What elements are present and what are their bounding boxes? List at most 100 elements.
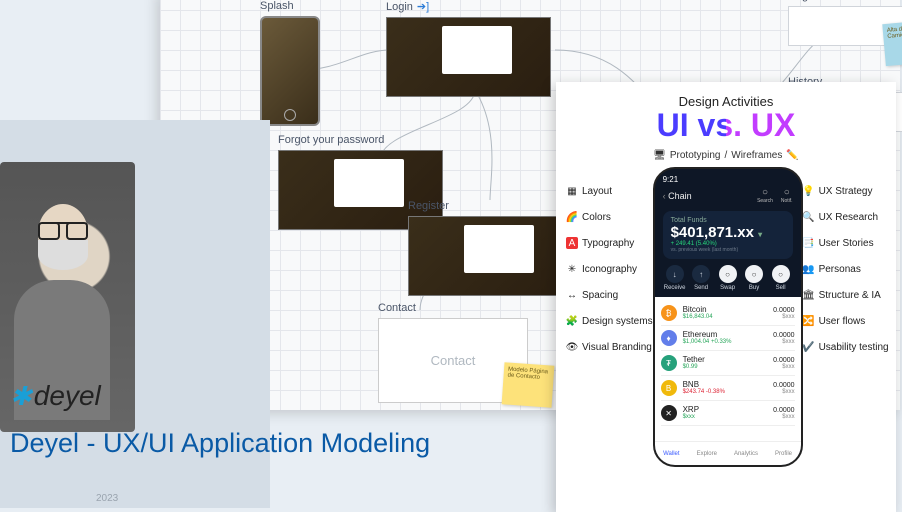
node-label: Splash — [260, 0, 320, 12]
logo-mark-icon: ✱ — [10, 381, 32, 412]
coin-name: Bitcoin$16,843.04 — [683, 306, 713, 320]
coin-list: ₿ Bitcoin$16,843.04 0.0000$xxx ♦ Ethereum$1,… — [655, 297, 801, 441]
nav-analytics[interactable]: Analytics — [734, 451, 758, 457]
login-icon: ➔] — [417, 0, 429, 13]
list-item: ✔️Usability testing — [803, 341, 889, 353]
notif-icon[interactable]: ○ — [781, 187, 793, 198]
node-registration[interactable]: Registration of trucks Alta de Camiones — [788, 0, 902, 46]
action-send[interactable]: ↑Send — [689, 265, 713, 291]
monitor-icon: 🖥 — [653, 150, 666, 161]
coin-icon: ♦ — [661, 330, 677, 346]
action-row: ↓Receive ↑Send ○Swap ○Buy ○Sell — [663, 265, 793, 291]
ux-column: 💡UX Strategy 🔍UX Research 📑User Stories … — [803, 167, 889, 497]
icon-label: Search — [757, 198, 773, 204]
balance-prev: vs. previous week (last month) — [671, 247, 785, 253]
coin-row[interactable]: ₮ Tether$0.99 0.0000$xxx — [661, 351, 795, 376]
node-register[interactable]: Register — [408, 200, 573, 296]
node-label: Registration of trucks — [788, 0, 902, 2]
nav-explore[interactable]: Explore — [697, 451, 717, 457]
pencil-icon: ✏️ — [786, 150, 798, 161]
node-label: Forgot your password — [278, 134, 443, 146]
list-item: 🔀User flows — [803, 315, 866, 327]
typography-icon: A — [566, 237, 578, 249]
coin-row[interactable]: ♦ Ethereum$1,004.04 +0.33% 0.0000$xxx — [661, 326, 795, 351]
coin-icon: ₿ — [661, 305, 677, 321]
phone-mock-column: 9:21 Chain ○Search ○Notif. Total Funds $… — [653, 167, 803, 497]
placeholder-text: Contact — [431, 353, 476, 368]
screen-title: Chain — [663, 191, 692, 201]
status-time: 9:21 — [663, 175, 679, 184]
bottom-nav: Wallet Explore Analytics Profile — [655, 441, 801, 465]
design-systems-icon: 🧩 — [566, 315, 578, 327]
colors-icon: 🌈 — [566, 211, 578, 223]
ui-ux-panel: Design Activities UI vs. UX 🖥 Prototypin… — [556, 82, 896, 512]
coin-row[interactable]: ✕ XRP$xxx 0.0000$xxx — [661, 401, 795, 426]
panel-subhead: 🖥 Prototyping / Wireframes ✏️ — [566, 150, 886, 161]
phone-mock — [260, 16, 320, 126]
search-icon[interactable]: ○ — [757, 187, 773, 198]
research-icon: 🔍 — [803, 211, 815, 223]
list-item: ▦Layout — [566, 185, 653, 197]
list-item: 🧩Design systems — [566, 315, 653, 327]
sell-icon: ○ — [772, 265, 790, 283]
list-item: 📑User Stories — [803, 237, 874, 249]
text: Wireframes — [731, 150, 782, 161]
spacing-icon: ↔ — [566, 289, 578, 301]
coin-value: 0.0000$xxx — [773, 407, 794, 420]
year-text: 2023 — [96, 493, 118, 504]
nav-wallet[interactable]: Wallet — [663, 451, 679, 457]
coin-name: XRP$xxx — [683, 406, 699, 420]
text: Prototyping — [670, 150, 721, 161]
text: / — [724, 150, 727, 161]
list-item: 🌈Colors — [566, 211, 653, 223]
action-swap[interactable]: ○Swap — [716, 265, 740, 291]
node-label: Register — [408, 200, 573, 212]
screen-thumb — [408, 216, 573, 296]
list-item: 🏛Structure & IA — [803, 289, 881, 301]
iconography-icon: ✳ — [566, 263, 578, 275]
coin-icon: ✕ — [661, 405, 677, 421]
node-label: Contact — [378, 302, 528, 314]
page-title: Deyel - UX/UI Application Modeling — [10, 428, 430, 459]
coin-value: 0.0000$xxx — [773, 357, 794, 370]
node-login[interactable]: Login ➔] — [386, 0, 551, 97]
list-item: 🔍UX Research — [803, 211, 878, 223]
balance-label: Total Funds — [671, 217, 785, 224]
nav-profile[interactable]: Profile — [775, 451, 792, 457]
panel-title: UI vs. UX — [566, 107, 886, 144]
ia-icon: 🏛 — [803, 289, 815, 301]
node-label: Login ➔] — [386, 0, 551, 13]
list-item: 💡UX Strategy — [803, 185, 873, 197]
coin-icon: B — [661, 380, 677, 396]
coin-value: 0.0000$xxx — [773, 332, 794, 345]
layout-icon: ▦ — [566, 185, 578, 197]
node-splash[interactable]: Splash — [260, 0, 320, 126]
node-contact[interactable]: Contact Contact Modelo Página de Contact… — [378, 302, 528, 403]
sticky-note[interactable]: Modelo Página de Contacto — [502, 362, 555, 407]
coin-icon: ₮ — [661, 355, 677, 371]
coin-name: BNB$243.74 -0.38% — [683, 381, 725, 395]
sticky-note[interactable]: Alta de Camiones — [882, 20, 902, 66]
buy-icon: ○ — [745, 265, 763, 283]
list-item: 👥Personas — [803, 263, 861, 275]
icon-label: Notif. — [781, 198, 793, 204]
download-icon: ↓ — [666, 265, 684, 283]
upload-icon: ↑ — [692, 265, 710, 283]
strategy-icon: 💡 — [803, 185, 815, 197]
coin-name: Tether$0.99 — [683, 356, 705, 370]
swap-icon: ○ — [719, 265, 737, 283]
coin-name: Ethereum$1,004.04 +0.33% — [683, 331, 732, 345]
personas-icon: 👥 — [803, 263, 815, 275]
list-item: 👁Visual Branding — [566, 341, 653, 353]
coin-row[interactable]: ₿ Bitcoin$16,843.04 0.0000$xxx — [661, 301, 795, 326]
coin-row[interactable]: B BNB$243.74 -0.38% 0.0000$xxx — [661, 376, 795, 401]
action-buy[interactable]: ○Buy — [742, 265, 766, 291]
balance-card: Total Funds $401,871.xx ▾ + 249.41 (5.40… — [663, 211, 793, 259]
list-item: ↔Spacing — [566, 289, 653, 301]
action-receive[interactable]: ↓Receive — [663, 265, 687, 291]
coin-value: 0.0000$xxx — [773, 382, 794, 395]
coin-value: 0.0000$xxx — [773, 307, 794, 320]
action-sell[interactable]: ○Sell — [769, 265, 793, 291]
list-item: ATypography — [566, 237, 653, 249]
flows-icon: 🔀 — [803, 315, 815, 327]
